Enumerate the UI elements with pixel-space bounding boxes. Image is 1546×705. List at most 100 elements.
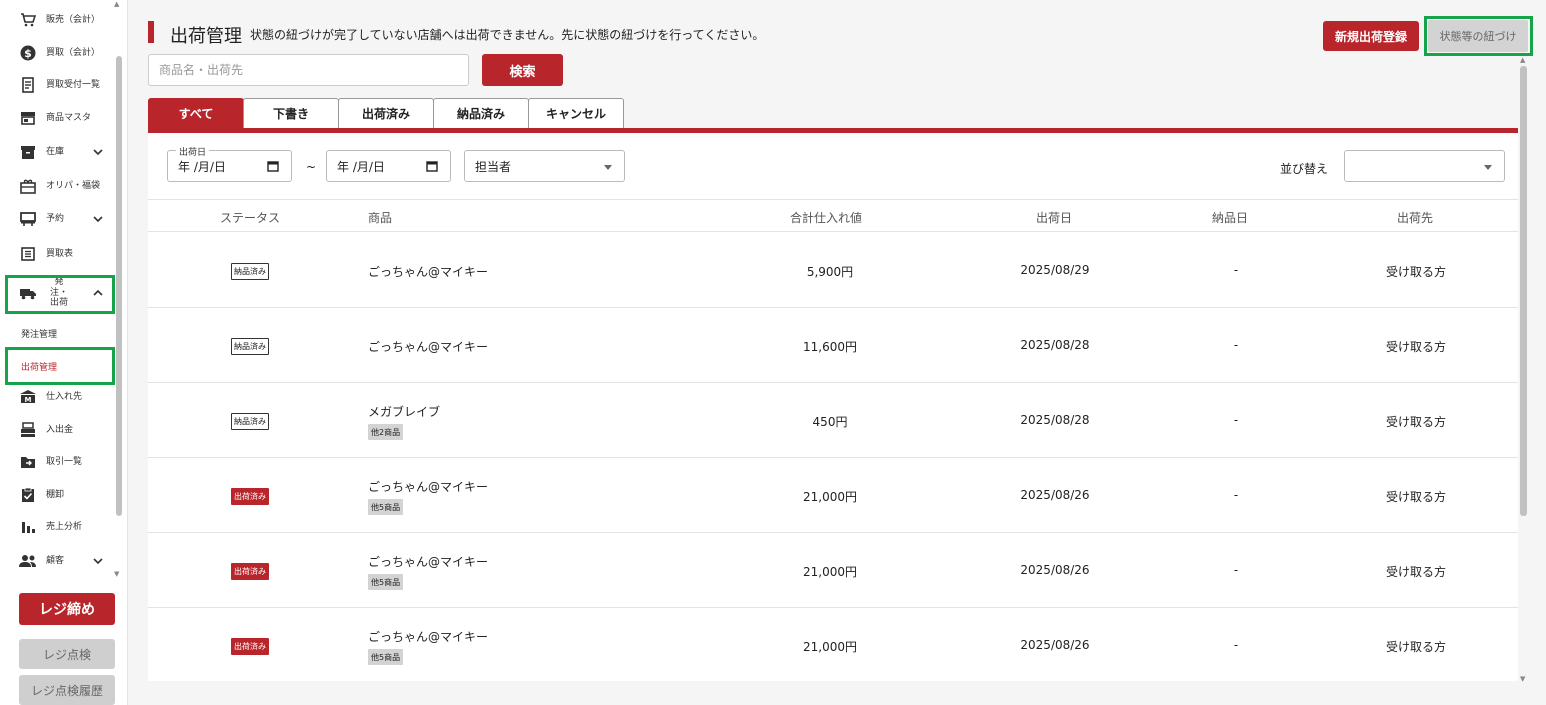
ship-date-from-value: 年 /月/日 xyxy=(178,159,226,174)
product-name: ごっちゃん@マイキー xyxy=(368,265,489,279)
sidebar-item-sales-analysis[interactable]: 売上分析 xyxy=(18,513,114,541)
reservation-icon xyxy=(18,209,38,229)
sidebar-item-label: 商品マスタ xyxy=(46,112,92,123)
table-row[interactable]: 納品済み ごっちゃん@マイキー 11,600円 2025/08/28 - 受け取る方 xyxy=(148,308,1518,383)
sidebar-item-stocktake[interactable]: 棚卸 xyxy=(18,481,114,509)
tab-all[interactable]: すべて xyxy=(148,98,244,128)
staff-select-value: 担当者 xyxy=(475,159,512,174)
sidebar-item-purchase[interactable]: $ 買取（会計） xyxy=(18,39,114,67)
page-note: 状態の紐づけが完了していない店舗へは出荷できません。先に状態の紐づけを行ってくだ… xyxy=(250,28,765,42)
sidebar-item-inventory[interactable]: 在庫 xyxy=(18,138,114,166)
status-badge: 出荷済み xyxy=(231,563,269,580)
sidebar: ▲ 販売（会計） $ 買取（会計） 買取受付一覧 商品マスタ 在庫 オリパ・福袋… xyxy=(0,0,128,705)
ship-date: 2025/08/26 xyxy=(1020,563,1090,577)
header-status: ステータス xyxy=(220,211,281,225)
shipments-panel: 出荷日 年 /月/日 ~ 年 /月/日 担当者 並び替え ステータス 商品 合計… xyxy=(148,133,1518,681)
total-cost: 5,900円 xyxy=(806,265,854,279)
chevron-down-icon[interactable] xyxy=(92,146,104,158)
sidebar-item-cash[interactable]: 入出金 xyxy=(18,416,114,444)
ship-date-legend: 出荷日 xyxy=(176,145,210,158)
table-row[interactable]: 出荷済み ごっちゃん@マイキー 他5商品 21,000円 2025/08/26 - 受け取る… xyxy=(148,533,1518,608)
more-products-badge: 他5商品 xyxy=(368,649,404,665)
main-scrollbar[interactable] xyxy=(1520,66,1527,516)
calendar-icon[interactable] xyxy=(267,160,279,172)
highlight-box-order-shipping xyxy=(5,275,115,314)
sidebar-item-label: 在庫 xyxy=(46,146,65,157)
total-cost: 21,000円 xyxy=(803,640,857,654)
sidebar-item-label: 顧客 xyxy=(46,555,65,566)
total-cost: 450円 xyxy=(812,415,848,429)
tab-delivered[interactable]: 納品済み xyxy=(433,98,529,128)
delivery-date: - xyxy=(1233,263,1239,277)
sidebar-item-product-master[interactable]: 商品マスタ xyxy=(18,104,114,132)
table-header: ステータス 商品 合計仕入れ値 出荷日 納品日 出荷先 xyxy=(148,199,1518,232)
scroll-down-arrow-icon[interactable]: ▼ xyxy=(114,570,119,578)
sidebar-item-suppliers[interactable]: M 仕入れ先 xyxy=(18,383,114,411)
ship-date: 2025/08/28 xyxy=(1020,413,1090,427)
ship-date-from-field[interactable]: 出荷日 年 /月/日 xyxy=(167,145,292,182)
ship-date-to-value: 年 /月/日 xyxy=(337,159,385,174)
sidebar-item-purchase-table[interactable]: 買取表 xyxy=(18,240,114,268)
chevron-down-icon[interactable] xyxy=(92,555,104,567)
scroll-up-arrow-icon[interactable]: ▲ xyxy=(114,0,119,8)
table-row[interactable]: 出荷済み ごっちゃん@マイキー 他5商品 21,000円 2025/08/26 - 受け取る… xyxy=(148,608,1518,681)
sidebar-subitem-order-management[interactable]: 発注管理 xyxy=(21,327,57,340)
total-cost: 11,600円 xyxy=(803,340,857,354)
svg-text:$: $ xyxy=(24,47,32,60)
sidebar-item-reservation[interactable]: 予約 xyxy=(18,205,114,233)
sidebar-scrollbar[interactable] xyxy=(116,56,122,516)
register-check-history-button[interactable]: レジ点検履歴 xyxy=(19,675,115,705)
tab-draft[interactable]: 下書き xyxy=(243,98,339,128)
chart-icon xyxy=(18,517,38,537)
sidebar-item-sales[interactable]: 販売（会計） xyxy=(18,6,114,34)
sidebar-item-label: 取引一覧 xyxy=(46,456,83,467)
people-icon xyxy=(18,551,38,571)
destination: 受け取る方 xyxy=(1385,490,1446,504)
scroll-down-arrow-icon[interactable]: ▼ xyxy=(1520,675,1525,683)
tab-shipped[interactable]: 出荷済み xyxy=(338,98,434,128)
sidebar-item-purchase-list[interactable]: 買取受付一覧 xyxy=(18,71,114,99)
archive-icon xyxy=(18,142,38,162)
table-row[interactable]: 納品済み メガブレイブ 他2商品 450円 2025/08/28 - 受け取る方 xyxy=(148,383,1518,458)
product-name: ごっちゃん@マイキー xyxy=(368,555,489,569)
ship-date-to-field[interactable]: 年 /月/日 xyxy=(326,150,451,182)
search-input[interactable] xyxy=(148,54,469,86)
search-button[interactable]: 検索 xyxy=(482,54,563,86)
tab-cancelled[interactable]: キャンセル xyxy=(528,98,624,128)
sidebar-item-oripa[interactable]: オリパ・福袋 xyxy=(18,172,114,200)
total-cost: 21,000円 xyxy=(803,490,857,504)
delivery-date: - xyxy=(1233,638,1239,652)
status-badge: 納品済み xyxy=(231,263,269,280)
delivery-date: - xyxy=(1233,338,1239,352)
table-row[interactable]: 出荷済み ごっちゃん@マイキー 他5商品 21,000円 2025/08/26 - 受け取る… xyxy=(148,458,1518,533)
sidebar-item-transactions[interactable]: 取引一覧 xyxy=(18,448,114,476)
destination: 受け取る方 xyxy=(1385,565,1446,579)
svg-text:M: M xyxy=(25,396,32,404)
ship-date: 2025/08/29 xyxy=(1020,263,1090,277)
more-products-badge: 他5商品 xyxy=(368,574,404,590)
header-total-cost: 合計仕入れ値 xyxy=(790,211,863,225)
sidebar-item-customers[interactable]: 顧客 xyxy=(18,547,114,575)
dropdown-arrow-icon xyxy=(604,165,612,170)
register-check-button[interactable]: レジ点検 xyxy=(19,639,115,669)
calendar-icon[interactable] xyxy=(426,160,438,172)
product-name: メガブレイブ xyxy=(368,405,441,419)
status-badge: 納品済み xyxy=(231,413,269,430)
status-badge: 出荷済み xyxy=(231,638,269,655)
sidebar-item-label: 売上分析 xyxy=(46,521,83,532)
title-accent-bar xyxy=(148,21,154,43)
dropdown-arrow-icon xyxy=(1484,165,1492,170)
register-close-button[interactable]: レジ締め xyxy=(19,593,115,625)
supplier-icon: M xyxy=(18,387,38,407)
clipboard-icon xyxy=(18,485,38,505)
staff-select[interactable]: 担当者 xyxy=(464,150,625,182)
chevron-down-icon[interactable] xyxy=(92,213,104,225)
sidebar-item-label: 入出金 xyxy=(46,424,74,435)
sidebar-item-label: 予約 xyxy=(46,213,65,224)
new-shipment-button[interactable]: 新規出荷登録 xyxy=(1323,21,1419,51)
ship-date: 2025/08/28 xyxy=(1020,338,1090,352)
sort-select[interactable] xyxy=(1344,150,1505,182)
sidebar-item-label: オリパ・福袋 xyxy=(46,180,101,191)
scroll-up-arrow-icon[interactable]: ▲ xyxy=(1520,56,1525,64)
table-row[interactable]: 納品済み ごっちゃん@マイキー 5,900円 2025/08/29 - 受け取る方 xyxy=(148,233,1518,308)
